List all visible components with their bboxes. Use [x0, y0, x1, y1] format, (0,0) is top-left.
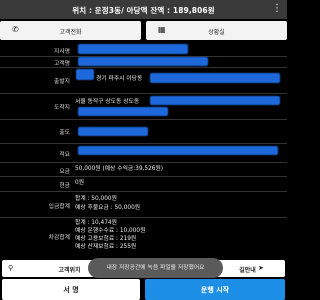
redacted-value	[78, 44, 188, 54]
call-customer-label: 고객전화	[59, 29, 82, 36]
row-label: 도착지	[54, 105, 70, 111]
row-deposit-total: 입금합계 합계 : 50,000원 예상 후불요금 : 50,000원	[0, 191, 287, 218]
call-shop-button[interactable]: ▦ 상황실	[146, 21, 287, 40]
redacted-value	[78, 127, 148, 136]
start-driving-button[interactable]: 운행 시작	[145, 279, 285, 300]
row-label: 차감합계	[48, 235, 70, 241]
row-value-line: 합계 : 10,474원	[75, 220, 117, 226]
redacted-value	[78, 57, 208, 66]
row-value-line: 예상 산재보험료 : 255원	[75, 244, 137, 250]
row-value-line: 예상 고용보험료 : 219원	[75, 236, 137, 242]
row-fare: 요금 50,000원 (예상 수익금:39,526원)	[0, 162, 287, 177]
row-value: 50,000원 (예상 수익금:39,526원)	[75, 166, 164, 172]
redacted-value	[78, 107, 168, 116]
header-title: 위치 : 운정3동/ 아당액 잔액 : 189,806원	[72, 6, 215, 15]
action-bar: ✆ 고객전화 ▦ 상황실	[0, 21, 287, 40]
redacted-value	[76, 69, 94, 80]
row-label: 고객명	[54, 61, 70, 67]
sign-button[interactable]: 서 명	[2, 279, 140, 300]
redacted-value	[78, 146, 278, 155]
row-value: 0원	[75, 180, 85, 186]
row-label: 출발지	[54, 79, 70, 85]
call-customer-button[interactable]: ✆ 고객전화	[0, 21, 141, 40]
row-label: 지사명	[54, 49, 70, 55]
row-value-line: 합계 : 50,000원	[75, 196, 117, 202]
row-destination: 도착지 서울 동작구 상도동 상도동	[0, 93, 287, 120]
row-origin: 출발지 경기 파주시 아당동	[0, 67, 287, 94]
row-label: 요금	[59, 169, 70, 175]
redacted-value	[150, 96, 280, 105]
row-label: 적요	[59, 152, 70, 158]
row-label: 출도	[59, 130, 70, 136]
row-deduction-total: 차감합계 합계 : 10,474원 예상 운행수수료 : 10,000원 예상 …	[0, 217, 287, 255]
redacted-value	[150, 73, 280, 83]
row-value-line: 예상 운행수수료 : 10,000원	[75, 228, 146, 234]
vertical-dots-icon[interactable]: ⋮	[272, 4, 282, 14]
row-memo: 적요	[0, 143, 287, 163]
bottom-bar: ⚲ 고객위치 ➤ 길안내 내장 저장공간에 녹음 파일을 저장했어요 서 명 운…	[0, 255, 287, 300]
row-stopover: 출도	[0, 119, 287, 144]
row-label: 입금합계	[48, 204, 70, 210]
row-label: 현금	[59, 183, 70, 189]
toast-message: 내장 저장공간에 녹음 파일을 저장했어요	[88, 258, 223, 278]
start-driving-label: 운행 시작	[200, 286, 230, 294]
sign-label: 서 명	[63, 286, 79, 294]
call-shop-label: 상황실	[208, 29, 225, 36]
row-value-line: 예상 후불요금 : 50,000원	[75, 205, 141, 211]
header-bar: 위치 : 운정3동/ 아당액 잔액 : 189,806원 ⋮	[0, 0, 287, 19]
row-cash: 현금 0원	[0, 176, 287, 192]
row-branch: 지사명	[0, 42, 287, 57]
